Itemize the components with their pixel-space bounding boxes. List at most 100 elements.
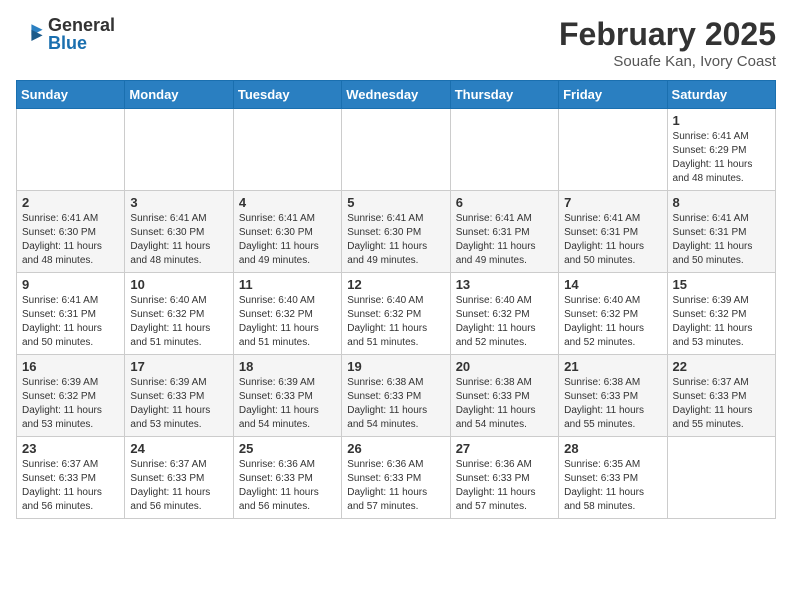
day-number: 10 <box>130 277 227 292</box>
day-info: Sunrise: 6:35 AM Sunset: 6:33 PM Dayligh… <box>564 458 661 514</box>
day-info: Sunrise: 6:41 AM Sunset: 6:31 PM Dayligh… <box>673 212 770 268</box>
calendar-cell <box>233 109 341 191</box>
day-number: 28 <box>564 441 661 456</box>
weekday-header-row: SundayMondayTuesdayWednesdayThursdayFrid… <box>17 81 776 109</box>
weekday-header-tuesday: Tuesday <box>233 81 341 109</box>
calendar-cell: 16Sunrise: 6:39 AM Sunset: 6:32 PM Dayli… <box>17 355 125 437</box>
day-info: Sunrise: 6:36 AM Sunset: 6:33 PM Dayligh… <box>347 458 444 514</box>
day-number: 26 <box>347 441 444 456</box>
day-info: Sunrise: 6:41 AM Sunset: 6:30 PM Dayligh… <box>347 212 444 268</box>
day-number: 20 <box>456 359 553 374</box>
day-number: 21 <box>564 359 661 374</box>
day-info: Sunrise: 6:38 AM Sunset: 6:33 PM Dayligh… <box>347 376 444 432</box>
day-number: 23 <box>22 441 119 456</box>
logo-text: General Blue <box>48 16 115 52</box>
calendar-cell: 10 Sunrise: 6:40 AM Sunset: 6:32 PM Dayli… <box>125 273 233 355</box>
day-number: 13 <box>456 277 553 292</box>
day-number: 25 <box>239 441 336 456</box>
calendar-week-row: 16Sunrise: 6:39 AM Sunset: 6:32 PM Dayli… <box>17 355 776 437</box>
calendar-cell: 8 Sunrise: 6:41 AM Sunset: 6:31 PM Daylig… <box>667 191 775 273</box>
day-info: Sunrise: 6:39 AM Sunset: 6:32 PM Dayligh… <box>673 294 770 350</box>
weekday-header-sunday: Sunday <box>17 81 125 109</box>
day-info: Sunrise: 6:39 AM Sunset: 6:33 PM Dayligh… <box>130 376 227 432</box>
day-number: 18 <box>239 359 336 374</box>
day-number: 22 <box>673 359 770 374</box>
month-title: February 2025 <box>559 16 776 53</box>
day-info: Sunrise: 6:41 AM Sunset: 6:31 PM Dayligh… <box>564 212 661 268</box>
calendar-cell: 19 Sunrise: 6:38 AM Sunset: 6:33 PM Dayli… <box>342 355 450 437</box>
calendar-cell: 21 Sunrise: 6:38 AM Sunset: 6:33 PM Dayli… <box>559 355 667 437</box>
calendar-week-row: 9 Sunrise: 6:41 AM Sunset: 6:31 PM Daylig… <box>17 273 776 355</box>
calendar-cell: 24 Sunrise: 6:37 AM Sunset: 6:33 PM Dayli… <box>125 437 233 519</box>
day-number: 11 <box>239 277 336 292</box>
day-number: 17 <box>130 359 227 374</box>
day-number: 24 <box>130 441 227 456</box>
day-info: Sunrise: 6:40 AM Sunset: 6:32 PM Dayligh… <box>130 294 227 350</box>
calendar-cell: 5 Sunrise: 6:41 AM Sunset: 6:30 PM Daylig… <box>342 191 450 273</box>
day-info: Sunrise: 6:37 AM Sunset: 6:33 PM Dayligh… <box>22 458 119 514</box>
day-info: Sunrise: 6:38 AM Sunset: 6:33 PM Dayligh… <box>456 376 553 432</box>
calendar-cell <box>125 109 233 191</box>
logo-icon <box>16 20 44 48</box>
calendar-cell: 11 Sunrise: 6:40 AM Sunset: 6:32 PM Dayli… <box>233 273 341 355</box>
day-info: Sunrise: 6:41 AM Sunset: 6:31 PM Dayligh… <box>456 212 553 268</box>
day-info: Sunrise: 6:40 AM Sunset: 6:32 PM Dayligh… <box>456 294 553 350</box>
calendar-cell <box>342 109 450 191</box>
weekday-header-saturday: Saturday <box>667 81 775 109</box>
day-number: 14 <box>564 277 661 292</box>
day-info: Sunrise: 6:38 AM Sunset: 6:33 PM Dayligh… <box>564 376 661 432</box>
logo-general-text: General <box>48 16 115 34</box>
calendar-cell: 14 Sunrise: 6:40 AM Sunset: 6:32 PM Dayli… <box>559 273 667 355</box>
day-number: 12 <box>347 277 444 292</box>
calendar-cell: 22Sunrise: 6:37 AM Sunset: 6:33 PM Dayli… <box>667 355 775 437</box>
calendar-week-row: 1 Sunrise: 6:41 AM Sunset: 6:29 PM Daylig… <box>17 109 776 191</box>
day-number: 27 <box>456 441 553 456</box>
day-info: Sunrise: 6:41 AM Sunset: 6:30 PM Dayligh… <box>130 212 227 268</box>
calendar-cell: 3Sunrise: 6:41 AM Sunset: 6:30 PM Daylig… <box>125 191 233 273</box>
day-number: 8 <box>673 195 770 210</box>
calendar-cell <box>559 109 667 191</box>
day-info: Sunrise: 6:37 AM Sunset: 6:33 PM Dayligh… <box>130 458 227 514</box>
calendar-cell <box>450 109 558 191</box>
calendar-cell: 13 Sunrise: 6:40 AM Sunset: 6:32 PM Dayli… <box>450 273 558 355</box>
day-number: 19 <box>347 359 444 374</box>
day-number: 6 <box>456 195 553 210</box>
day-info: Sunrise: 6:36 AM Sunset: 6:33 PM Dayligh… <box>239 458 336 514</box>
calendar-cell: 15Sunrise: 6:39 AM Sunset: 6:32 PM Dayli… <box>667 273 775 355</box>
day-info: Sunrise: 6:41 AM Sunset: 6:29 PM Dayligh… <box>673 130 770 186</box>
calendar-cell: 1 Sunrise: 6:41 AM Sunset: 6:29 PM Daylig… <box>667 109 775 191</box>
page-header: General Blue February 2025 Souafe Kan, I… <box>16 16 776 70</box>
calendar-cell: 20 Sunrise: 6:38 AM Sunset: 6:33 PM Dayli… <box>450 355 558 437</box>
calendar-cell: 18 Sunrise: 6:39 AM Sunset: 6:33 PM Dayli… <box>233 355 341 437</box>
day-number: 7 <box>564 195 661 210</box>
calendar-cell: 23 Sunrise: 6:37 AM Sunset: 6:33 PM Dayli… <box>17 437 125 519</box>
calendar-table: SundayMondayTuesdayWednesdayThursdayFrid… <box>16 80 776 519</box>
day-number: 4 <box>239 195 336 210</box>
calendar-cell: 6 Sunrise: 6:41 AM Sunset: 6:31 PM Daylig… <box>450 191 558 273</box>
day-info: Sunrise: 6:36 AM Sunset: 6:33 PM Dayligh… <box>456 458 553 514</box>
day-number: 5 <box>347 195 444 210</box>
day-number: 1 <box>673 113 770 128</box>
day-info: Sunrise: 6:39 AM Sunset: 6:33 PM Dayligh… <box>239 376 336 432</box>
day-info: Sunrise: 6:41 AM Sunset: 6:30 PM Dayligh… <box>239 212 336 268</box>
logo: General Blue <box>16 16 115 52</box>
location-text: Souafe Kan, Ivory Coast <box>559 53 776 70</box>
calendar-week-row: 23 Sunrise: 6:37 AM Sunset: 6:33 PM Dayli… <box>17 437 776 519</box>
title-block: February 2025 Souafe Kan, Ivory Coast <box>559 16 776 70</box>
calendar-cell: 28 Sunrise: 6:35 AM Sunset: 6:33 PM Dayli… <box>559 437 667 519</box>
day-number: 9 <box>22 277 119 292</box>
day-info: Sunrise: 6:40 AM Sunset: 6:32 PM Dayligh… <box>239 294 336 350</box>
day-info: Sunrise: 6:41 AM Sunset: 6:31 PM Dayligh… <box>22 294 119 350</box>
weekday-header-friday: Friday <box>559 81 667 109</box>
day-info: Sunrise: 6:40 AM Sunset: 6:32 PM Dayligh… <box>564 294 661 350</box>
calendar-cell: 2Sunrise: 6:41 AM Sunset: 6:30 PM Daylig… <box>17 191 125 273</box>
calendar-cell: 25 Sunrise: 6:36 AM Sunset: 6:33 PM Dayli… <box>233 437 341 519</box>
calendar-cell <box>667 437 775 519</box>
calendar-cell: 7 Sunrise: 6:41 AM Sunset: 6:31 PM Daylig… <box>559 191 667 273</box>
logo-blue-text: Blue <box>48 34 115 52</box>
day-info: Sunrise: 6:39 AM Sunset: 6:32 PM Dayligh… <box>22 376 119 432</box>
calendar-cell: 27 Sunrise: 6:36 AM Sunset: 6:33 PM Dayli… <box>450 437 558 519</box>
calendar-cell: 26 Sunrise: 6:36 AM Sunset: 6:33 PM Dayli… <box>342 437 450 519</box>
weekday-header-thursday: Thursday <box>450 81 558 109</box>
calendar-week-row: 2Sunrise: 6:41 AM Sunset: 6:30 PM Daylig… <box>17 191 776 273</box>
